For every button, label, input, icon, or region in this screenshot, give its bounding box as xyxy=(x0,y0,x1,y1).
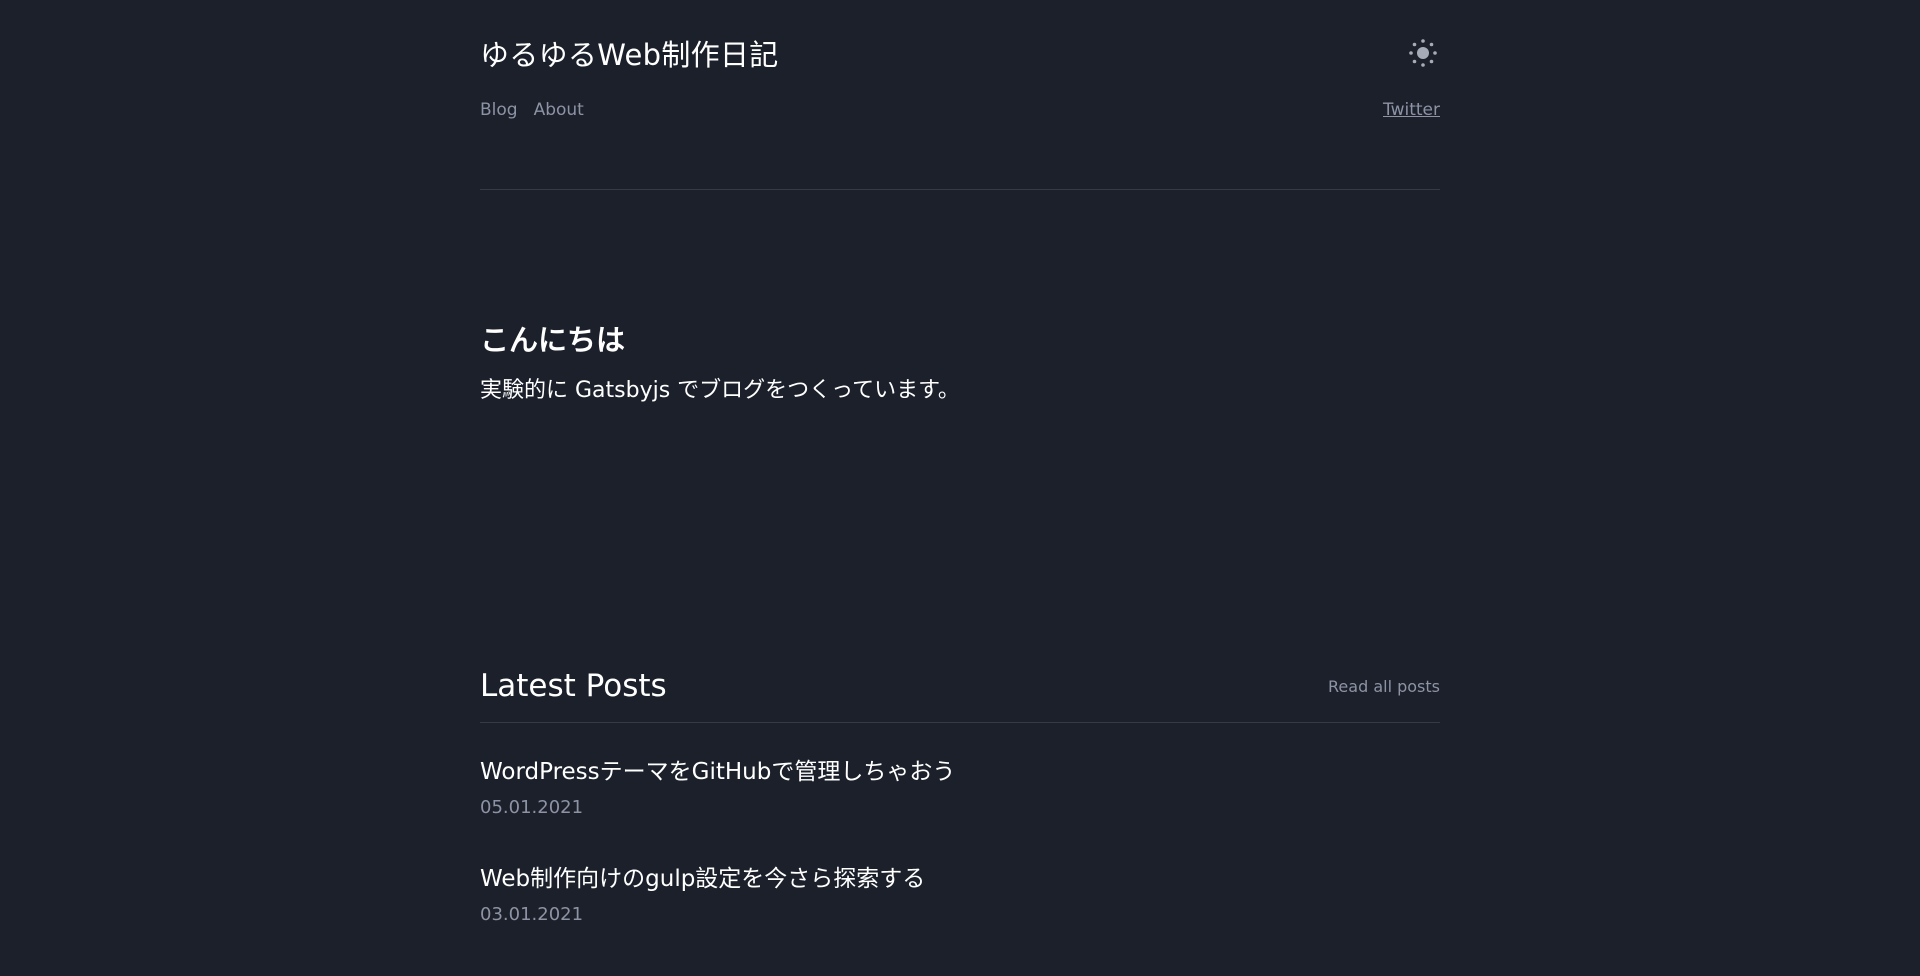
latest-posts-divider xyxy=(480,722,1440,723)
nav-link-blog[interactable]: Blog xyxy=(480,98,518,122)
post-title-link[interactable]: WordPressテーマをGitHubで管理しちゃおう xyxy=(480,755,1440,789)
sun-icon xyxy=(1408,38,1438,72)
nav-link-about[interactable]: About xyxy=(534,98,584,122)
post-date: 03.01.2021 xyxy=(480,904,584,925)
theme-toggle-button[interactable] xyxy=(1406,38,1440,72)
latest-posts-heading: Latest Posts xyxy=(480,668,667,704)
post-date: 05.01.2021 xyxy=(480,797,584,818)
post-list: WordPressテーマをGitHubで管理しちゃおう 05.01.2021 W… xyxy=(480,755,1440,969)
main-nav: Blog About xyxy=(480,98,584,122)
site-title[interactable]: ゆるゆるWeb制作日記 xyxy=(480,36,779,74)
post-item: Web制作向けのgulp設定を今さら探索する 03.01.2021 xyxy=(480,862,1440,969)
hero-text: 実験的に Gatsbyjs でブログをつくっています。 xyxy=(480,378,960,403)
header-divider xyxy=(480,189,1440,190)
read-all-posts-link[interactable]: Read all posts xyxy=(1328,676,1440,698)
post-title-link[interactable]: Web制作向けのgulp設定を今さら探索する xyxy=(480,862,1440,896)
social-links: Twitter xyxy=(1383,98,1440,122)
post-item: WordPressテーマをGitHubで管理しちゃおう 05.01.2021 xyxy=(480,755,1440,862)
page-container: ゆるゆるWeb制作日記 Blog About Twitter こんにちは 実験的… xyxy=(480,0,1440,976)
twitter-link[interactable]: Twitter xyxy=(1383,100,1440,120)
hero-heading: こんにちは xyxy=(480,323,626,357)
